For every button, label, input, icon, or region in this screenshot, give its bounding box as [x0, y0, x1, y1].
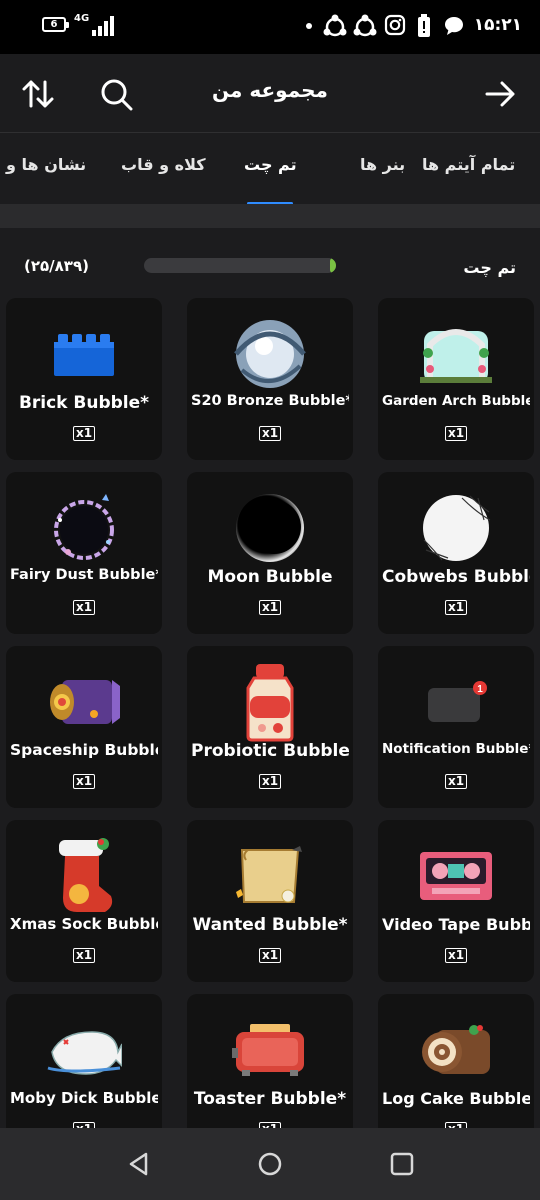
fairy-dust-ring-icon — [6, 486, 162, 570]
collection-section-header: (۲۵/۸۳۹) تم چت — [0, 240, 540, 292]
item-name: Probiotic Bubble* — [191, 741, 349, 761]
wanted-poster-icon — [187, 834, 353, 918]
section-title: تم چت — [463, 258, 516, 277]
item-card[interactable]: Fairy Dust Bubble* x1 — [6, 472, 162, 634]
system-nav-bar — [0, 1128, 540, 1200]
item-name: Wanted Bubble* — [192, 915, 348, 935]
item-name: Garden Arch Bubble* — [382, 393, 530, 409]
eclipse-moon-icon — [187, 486, 353, 570]
status-bar: 6 4G ۱۵:۲۱ — [0, 0, 540, 54]
chrome-orb-icon — [187, 312, 353, 396]
item-card[interactable]: Moon Bubble x1 — [187, 472, 353, 634]
item-card[interactable]: Brick Bubble* x1 — [6, 298, 162, 460]
app-bar: مجموعه من — [0, 54, 540, 132]
network-type: 4G — [74, 13, 90, 24]
item-name: Toaster Bubble* — [193, 1089, 347, 1109]
clock: ۱۵:۲۱ — [473, 15, 522, 35]
svg-text:1: 1 — [477, 684, 483, 695]
item-count: x1 — [378, 773, 534, 789]
back-button[interactable] — [478, 72, 522, 116]
item-name: Video Tape Bubble — [382, 915, 530, 934]
item-count: x1 — [378, 947, 534, 963]
item-count: x1 — [187, 947, 353, 963]
item-card[interactable]: 1 Notification Bubble* x1 — [378, 646, 534, 808]
dot-icon — [306, 23, 312, 29]
item-card[interactable]: S20 Bronze Bubble* x1 — [187, 298, 353, 460]
item-count: x1 — [378, 425, 534, 441]
item-name: Fairy Dust Bubble* — [10, 567, 158, 583]
cobweb-circle-icon — [378, 486, 534, 570]
item-count: x1 — [187, 773, 353, 789]
share-app-icon — [353, 14, 377, 37]
arrow-right-icon — [485, 81, 515, 107]
item-name: Log Cake Bubble* — [382, 1089, 530, 1108]
item-count: x1 — [378, 1121, 534, 1128]
share-app-icon — [323, 14, 347, 37]
toaster-icon — [187, 1008, 353, 1092]
tab-all-items[interactable]: تمام آیتم ها — [422, 155, 515, 174]
item-count: x1 — [187, 425, 353, 441]
item-card[interactable]: Log Cake Bubble* x1 — [378, 994, 534, 1128]
chat-bubble-icon — [445, 17, 463, 35]
instagram-icon — [384, 14, 406, 36]
probiotic-bottle-icon — [187, 660, 353, 744]
item-card[interactable]: Moby Dick Bubble* x1 — [6, 994, 162, 1128]
page-title: مجموعه من — [212, 78, 328, 102]
item-card[interactable]: Wanted Bubble* x1 — [187, 820, 353, 982]
tab-badges[interactable]: نشان ها و — [6, 155, 86, 174]
notification-bubble-icon: 1 — [378, 660, 534, 744]
item-name: Notification Bubble* — [382, 741, 530, 757]
item-card[interactable]: Cobwebs Bubble x1 — [378, 472, 534, 634]
tab-banners[interactable]: بنر ها — [360, 155, 405, 174]
xmas-sock-icon — [6, 834, 162, 918]
item-card[interactable]: Video Tape Bubble x1 — [378, 820, 534, 982]
progress-fill — [330, 258, 336, 273]
signal-icon — [92, 16, 116, 36]
item-count: x1 — [6, 599, 162, 615]
whale-icon — [6, 1008, 162, 1092]
item-count: x1 — [6, 425, 162, 441]
collection-progress-bar — [144, 258, 336, 273]
collection-count: (۲۵/۸۳۹) — [24, 257, 89, 275]
garden-arch-icon — [378, 312, 534, 396]
home-nav-icon[interactable] — [256, 1150, 284, 1178]
item-name: Moby Dick Bubble* — [10, 1089, 158, 1107]
item-count: x1 — [6, 947, 162, 963]
back-nav-icon[interactable] — [125, 1150, 153, 1178]
item-name: Brick Bubble* — [18, 393, 150, 413]
item-card[interactable]: Xmas Sock Bubble* x1 — [6, 820, 162, 982]
item-count: x1 — [6, 1121, 162, 1128]
item-count: x1 — [187, 1121, 353, 1128]
log-cake-icon — [378, 1008, 534, 1092]
item-name: S20 Bronze Bubble* — [191, 393, 349, 409]
item-card[interactable]: Spaceship Bubble* x1 — [6, 646, 162, 808]
divider — [0, 204, 540, 228]
item-card[interactable]: Garden Arch Bubble* x1 — [378, 298, 534, 460]
video-tape-icon — [378, 834, 534, 918]
item-name: Xmas Sock Bubble* — [10, 915, 158, 933]
item-count: x1 — [187, 599, 353, 615]
item-card[interactable]: Toaster Bubble* x1 — [187, 994, 353, 1128]
battery-icon: 6 — [42, 17, 69, 32]
battery-alert-icon — [418, 14, 430, 37]
spaceship-icon — [6, 660, 162, 744]
item-name: Spaceship Bubble* — [10, 741, 158, 759]
items-grid: Brick Bubble* x1 S20 Bronze Bubble* x1 G… — [0, 298, 540, 1128]
category-tabs: تمام آیتم ها بنر ها تم چت کلاه و قاب نشا… — [0, 132, 540, 205]
blue-brick-icon — [6, 312, 162, 396]
tab-hats-frames[interactable]: کلاه و قاب — [121, 155, 206, 174]
recents-nav-icon[interactable] — [388, 1150, 416, 1178]
item-count: x1 — [378, 599, 534, 615]
item-card[interactable]: Probiotic Bubble* x1 — [187, 646, 353, 808]
tab-chat-theme[interactable]: تم چت — [244, 155, 297, 174]
item-name: Cobwebs Bubble — [382, 567, 530, 587]
item-name: Moon Bubble — [207, 567, 333, 587]
item-count: x1 — [6, 773, 162, 789]
